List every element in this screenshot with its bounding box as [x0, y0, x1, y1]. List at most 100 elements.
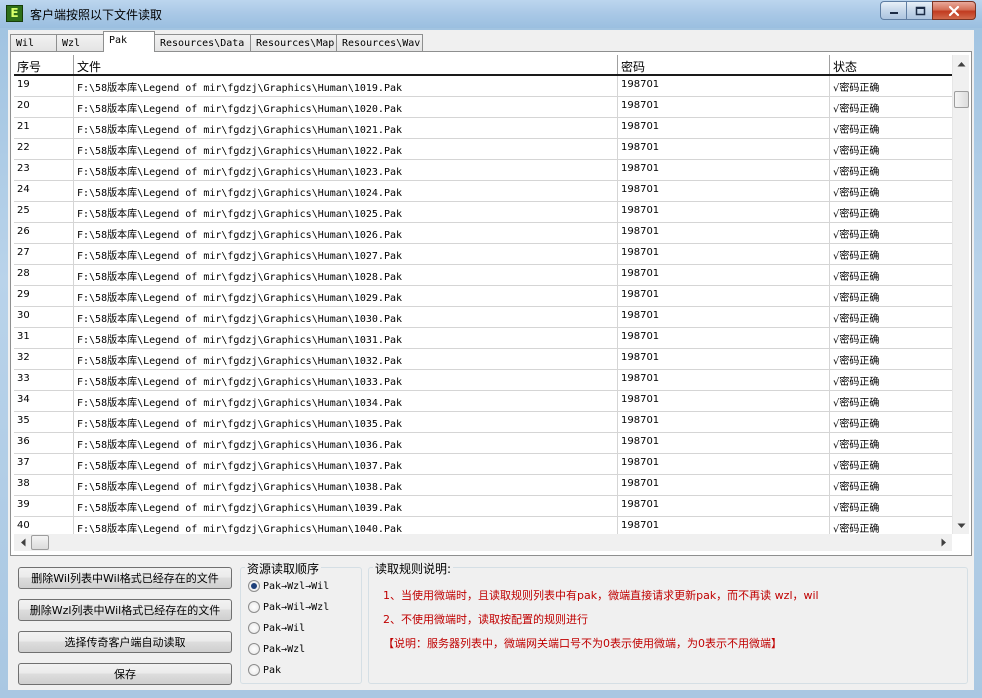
row-index-cell: 28: [14, 265, 74, 285]
radio-icon[interactable]: [248, 643, 260, 655]
chevron-up-icon: [957, 61, 966, 66]
table-row[interactable]: 31 F:\58版本库\Legend of mir\fgdzj\Graphics\…: [14, 328, 952, 349]
minimize-button[interactable]: [880, 1, 906, 20]
table-row[interactable]: 35 F:\58版本库\Legend of mir\fgdzj\Graphics\…: [14, 412, 952, 433]
row-password-cell: 198701: [618, 202, 830, 222]
column-header-file[interactable]: 文件: [74, 55, 618, 74]
title-bar[interactable]: E 客户端按照以下文件读取: [0, 0, 982, 28]
row-status-cell: √密码正确: [833, 356, 880, 367]
table-row[interactable]: 37 F:\58版本库\Legend of mir\fgdzj\Graphics\…: [14, 454, 952, 475]
order-option-label: Pak: [263, 664, 282, 676]
tab-resources-map[interactable]: Resources\Map: [250, 34, 337, 52]
tab-pak[interactable]: Pak: [103, 31, 155, 52]
close-button[interactable]: [932, 1, 976, 20]
radio-icon[interactable]: [248, 580, 260, 592]
caption-buttons: [880, 1, 976, 20]
minimize-icon: [889, 11, 898, 14]
table-row[interactable]: 33 F:\58版本库\Legend of mir\fgdzj\Graphics\…: [14, 370, 952, 391]
app-icon: E: [6, 5, 23, 22]
table-row[interactable]: 39 F:\58版本库\Legend of mir\fgdzj\Graphics\…: [14, 496, 952, 517]
auto-read-client-button[interactable]: 选择传奇客户端自动读取: [18, 631, 232, 653]
read-order-title: 资源读取顺序: [245, 560, 322, 577]
table-row[interactable]: 29 F:\58版本库\Legend of mir\fgdzj\Graphics\…: [14, 286, 952, 307]
table-row[interactable]: 26 F:\58版本库\Legend of mir\fgdzj\Graphics\…: [14, 223, 952, 244]
row-status-cell: √密码正确: [833, 83, 880, 94]
row-status-cell: √密码正确: [833, 377, 880, 388]
file-list-body: 19 F:\58版本库\Legend of mir\fgdzj\Graphics\…: [14, 76, 952, 534]
order-option-pak-wzl[interactable]: Pak→Wzl: [248, 643, 305, 655]
column-header-status[interactable]: 状态: [830, 55, 952, 74]
row-file-cell: F:\58版本库\Legend of mir\fgdzj\Graphics\Hu…: [74, 433, 618, 453]
order-option-label: Pak→Wzl: [263, 643, 306, 655]
row-status-cell: √密码正确: [833, 419, 880, 430]
tab-wil[interactable]: Wil: [10, 34, 57, 52]
row-password-cell: 198701: [618, 496, 830, 516]
order-option-label: Pak→Wil: [263, 622, 306, 634]
rule-line-2: 2、不使用微端时，读取按配置的规则进行: [383, 613, 588, 626]
tab-resources-data[interactable]: Resources\Data: [154, 34, 251, 52]
scroll-up-button[interactable]: [953, 55, 970, 72]
scroll-left-button[interactable]: [14, 534, 31, 551]
row-file-cell: F:\58版本库\Legend of mir\fgdzj\Graphics\Hu…: [74, 454, 618, 474]
row-index-cell: 40: [14, 517, 74, 534]
delete-wil-duplicates-button[interactable]: 删除Wil列表中Wil格式已经存在的文件: [18, 567, 232, 589]
row-password-cell: 198701: [618, 76, 830, 96]
table-row[interactable]: 20 F:\58版本库\Legend of mir\fgdzj\Graphics\…: [14, 97, 952, 118]
row-password-cell: 198701: [618, 328, 830, 348]
file-list[interactable]: 序号 文件 密码 状态 19 F:\58版本库\Legend of mir\fgd…: [14, 55, 952, 534]
row-file-cell: F:\58版本库\Legend of mir\fgdzj\Graphics\Hu…: [74, 139, 618, 159]
column-header-index[interactable]: 序号: [14, 55, 74, 74]
row-password-cell: 198701: [618, 370, 830, 390]
order-option-pak[interactable]: Pak: [248, 664, 281, 676]
row-file-cell: F:\58版本库\Legend of mir\fgdzj\Graphics\Hu…: [74, 118, 618, 138]
row-password-cell: 198701: [618, 160, 830, 180]
row-status-cell: √密码正确: [833, 440, 880, 451]
row-file-cell: F:\58版本库\Legend of mir\fgdzj\Graphics\Hu…: [74, 202, 618, 222]
table-row[interactable]: 21 F:\58版本库\Legend of mir\fgdzj\Graphics\…: [14, 118, 952, 139]
table-row[interactable]: 36 F:\58版本库\Legend of mir\fgdzj\Graphics\…: [14, 433, 952, 454]
table-row[interactable]: 23 F:\58版本库\Legend of mir\fgdzj\Graphics\…: [14, 160, 952, 181]
column-header-password[interactable]: 密码: [618, 55, 830, 74]
save-button[interactable]: 保存: [18, 663, 232, 685]
scroll-right-button[interactable]: [935, 534, 952, 551]
row-index-cell: 24: [14, 181, 74, 201]
row-status-cell: √密码正确: [833, 272, 880, 283]
scroll-down-button[interactable]: [953, 517, 970, 534]
radio-icon[interactable]: [248, 664, 260, 676]
order-option-pak-wil-wzl[interactable]: Pak→Wil→Wzl: [248, 601, 329, 613]
radio-selected-dot: [251, 583, 257, 589]
row-index-cell: 29: [14, 286, 74, 306]
row-password-cell: 198701: [618, 118, 830, 138]
delete-wzl-duplicates-button[interactable]: 删除Wzl列表中Wil格式已经存在的文件: [18, 599, 232, 621]
row-file-cell: F:\58版本库\Legend of mir\fgdzj\Graphics\Hu…: [74, 349, 618, 369]
row-file-cell: F:\58版本库\Legend of mir\fgdzj\Graphics\Hu…: [74, 328, 618, 348]
row-password-cell: 198701: [618, 412, 830, 432]
radio-icon[interactable]: [248, 622, 260, 634]
table-row[interactable]: 27 F:\58版本库\Legend of mir\fgdzj\Graphics\…: [14, 244, 952, 265]
horizontal-scrollbar[interactable]: [14, 534, 952, 551]
radio-icon[interactable]: [248, 601, 260, 613]
table-row[interactable]: 24 F:\58版本库\Legend of mir\fgdzj\Graphics\…: [14, 181, 952, 202]
table-row[interactable]: 28 F:\58版本库\Legend of mir\fgdzj\Graphics\…: [14, 265, 952, 286]
table-row[interactable]: 19 F:\58版本库\Legend of mir\fgdzj\Graphics\…: [14, 76, 952, 97]
horizontal-scroll-thumb[interactable]: [31, 535, 49, 550]
row-password-cell: 198701: [618, 307, 830, 327]
row-password-cell: 198701: [618, 244, 830, 264]
row-password-cell: 198701: [618, 433, 830, 453]
table-row[interactable]: 40 F:\58版本库\Legend of mir\fgdzj\Graphics\…: [14, 517, 952, 534]
tab-wzl[interactable]: Wzl: [56, 34, 104, 52]
tab-resources-wav[interactable]: Resources\Wav: [336, 34, 423, 52]
vertical-scrollbar[interactable]: [952, 55, 969, 534]
table-row[interactable]: 34 F:\58版本库\Legend of mir\fgdzj\Graphics\…: [14, 391, 952, 412]
order-option-pak-wzl-wil[interactable]: Pak→Wzl→Wil: [248, 580, 329, 592]
table-row[interactable]: 22 F:\58版本库\Legend of mir\fgdzj\Graphics\…: [14, 139, 952, 160]
order-option-pak-wil[interactable]: Pak→Wil: [248, 622, 305, 634]
row-file-cell: F:\58版本库\Legend of mir\fgdzj\Graphics\Hu…: [74, 391, 618, 411]
maximize-button[interactable]: [906, 1, 932, 20]
table-row[interactable]: 30 F:\58版本库\Legend of mir\fgdzj\Graphics\…: [14, 307, 952, 328]
table-row[interactable]: 32 F:\58版本库\Legend of mir\fgdzj\Graphics\…: [14, 349, 952, 370]
table-row[interactable]: 38 F:\58版本库\Legend of mir\fgdzj\Graphics\…: [14, 475, 952, 496]
vertical-scroll-thumb[interactable]: [954, 91, 969, 108]
table-row[interactable]: 25 F:\58版本库\Legend of mir\fgdzj\Graphics\…: [14, 202, 952, 223]
row-index-cell: 25: [14, 202, 74, 222]
